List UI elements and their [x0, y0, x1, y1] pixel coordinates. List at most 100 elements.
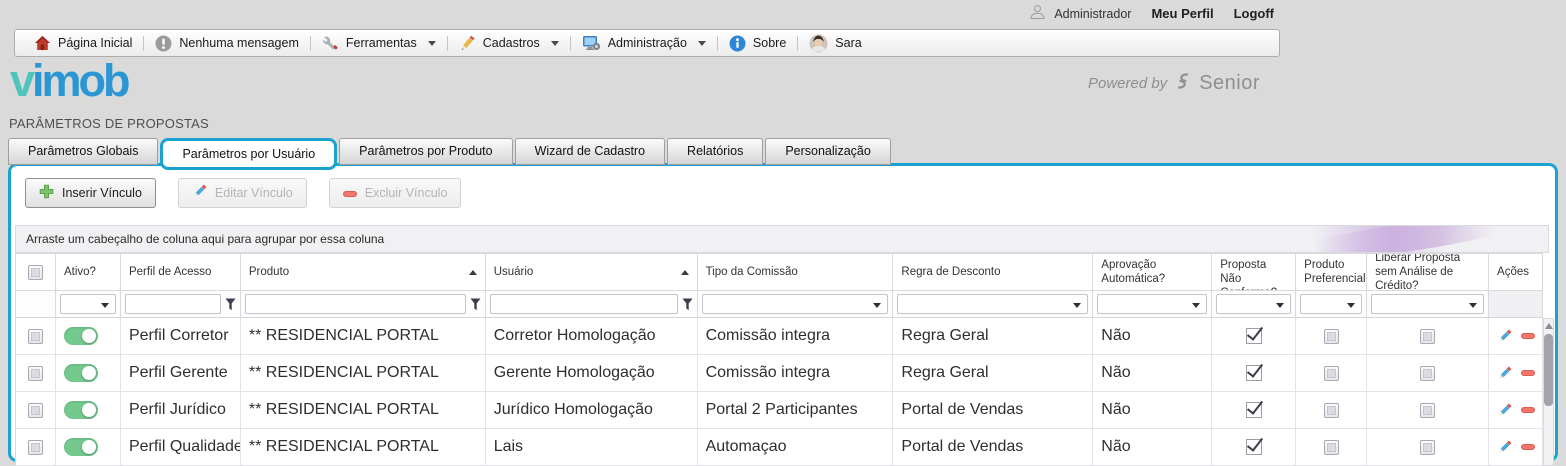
- filter-dropdown-tipo_comissao[interactable]: [701, 294, 889, 314]
- select-all-checkbox[interactable]: [27, 264, 43, 280]
- edit-link-button[interactable]: Editar Vínculo: [177, 178, 307, 208]
- row-select-checkbox[interactable]: [27, 402, 43, 418]
- column-header-perfil[interactable]: Perfil de Acesso: [121, 254, 241, 290]
- filter-dropdown-liberar_sem_analise[interactable]: [1371, 294, 1485, 314]
- cell-aprovacao_automatica: Não: [1093, 392, 1213, 428]
- filter-funnel-icon[interactable]: [225, 298, 236, 311]
- cell-text: Gerente Homologação: [493, 364, 655, 381]
- insert-link-button[interactable]: Inserir Vínculo: [25, 178, 156, 208]
- edit-row-icon[interactable]: [1497, 365, 1512, 381]
- logoff-link[interactable]: Logoff: [1234, 6, 1274, 21]
- cell-text: ** RESIDENCIAL PORTAL: [248, 401, 439, 418]
- cell-text: Não: [1101, 438, 1131, 455]
- tab-parametros-por-usuario[interactable]: Parâmetros por Usuário: [160, 138, 338, 170]
- filter-dropdown-envia_nao_conforme[interactable]: [1216, 294, 1292, 314]
- group-by-bar[interactable]: Arraste um cabeçalho de coluna aqui para…: [15, 225, 1549, 253]
- active-toggle-on[interactable]: [63, 327, 98, 345]
- filter-dropdown-aprovacao_automatica[interactable]: [1097, 294, 1208, 314]
- delete-row-icon[interactable]: [1520, 407, 1535, 413]
- active-toggle-on[interactable]: [63, 364, 98, 382]
- filter-dropdown-ativo[interactable]: [59, 294, 116, 314]
- filter-dropdown-regra_desconto[interactable]: [897, 294, 1089, 314]
- edit-row-icon[interactable]: [1497, 402, 1512, 418]
- column-header-label: Regra de Desconto: [901, 266, 1001, 278]
- filter-input-usuario[interactable]: [489, 294, 678, 314]
- edit-row-icon[interactable]: [1497, 328, 1512, 344]
- plus-icon: [39, 184, 54, 202]
- tab-personalizacao[interactable]: Personalização: [765, 138, 891, 165]
- produto_preferencial-unchecked-checkbox: [1323, 402, 1339, 418]
- column-header-label: Perfil de Acesso: [128, 266, 212, 278]
- filter-input-produto[interactable]: [244, 294, 466, 314]
- cell-select: [16, 355, 56, 391]
- table-row[interactable]: Perfil Jurídico ** RESIDENCIAL PORTAL Jurí…: [16, 392, 1543, 429]
- delete-link-button[interactable]: Excluir Vínculo: [328, 178, 462, 208]
- menu-item-pagina-inicial[interactable]: Página Inicial: [23, 30, 143, 56]
- grid-header-row: Ativo? Perfil de Acesso Produto Usuário Tipo…: [16, 253, 1543, 291]
- chevron-down-icon: [427, 40, 436, 46]
- liberar_sem_analise-unchecked-checkbox: [1420, 402, 1436, 418]
- column-header-acoes[interactable]: Ações: [1489, 254, 1543, 290]
- column-header-liberar_sem_analise[interactable]: Liberar Proposta sem Análise de Crédito?: [1367, 254, 1490, 290]
- cell-tipo_comissao: Portal 2 Participantes: [698, 392, 894, 428]
- scrollbar-thumb[interactable]: [1544, 334, 1553, 406]
- row-select-checkbox[interactable]: [27, 365, 43, 381]
- scrollbar-track[interactable]: [1543, 318, 1554, 466]
- cell-text: Portal 2 Participantes: [705, 401, 858, 418]
- delete-row-icon[interactable]: [1520, 370, 1535, 376]
- filter-cell-aprovacao_automatica: [1093, 291, 1213, 317]
- cell-acoes: [1489, 429, 1543, 465]
- filter-funnel-icon[interactable]: [470, 298, 481, 311]
- cell-text: Corretor Homologação: [493, 327, 656, 344]
- scroll-up-icon[interactable]: [1544, 323, 1553, 329]
- cell-perfil: Perfil Qualidade: [121, 429, 241, 465]
- sort-asc-icon: [468, 269, 477, 275]
- delete-row-icon[interactable]: [1520, 444, 1535, 450]
- cell-text: Comissão integra: [705, 364, 831, 381]
- row-select-checkbox[interactable]: [27, 328, 43, 344]
- delete-row-icon[interactable]: [1520, 333, 1535, 339]
- menu-item-cadastros[interactable]: Cadastros: [448, 30, 570, 56]
- filter-funnel-icon[interactable]: [682, 298, 693, 311]
- my-profile-link[interactable]: Meu Perfil: [1151, 6, 1213, 21]
- column-header-regra_desconto[interactable]: Regra de Desconto: [893, 254, 1094, 290]
- liberar_sem_analise-unchecked-checkbox: [1420, 328, 1436, 344]
- filter-input-perfil[interactable]: [124, 294, 221, 314]
- monitor-gear-icon: [582, 35, 601, 51]
- menu-item-label: Sara: [835, 36, 862, 50]
- menu-item-label: Sobre: [752, 36, 787, 50]
- column-header-produto[interactable]: Produto: [241, 254, 486, 290]
- menu-item-nenhuma-mensagem[interactable]: Nenhuma mensagem: [144, 30, 310, 56]
- cell-usuario: Jurídico Homologação: [486, 392, 698, 428]
- cell-select: [16, 318, 56, 354]
- cell-usuario: Gerente Homologação: [486, 355, 698, 391]
- menu-item-ferramentas[interactable]: Ferramentas: [311, 30, 447, 56]
- edit-row-icon[interactable]: [1497, 439, 1512, 455]
- column-header-label: Usuário: [493, 266, 534, 278]
- cell-usuario: Lais: [486, 429, 698, 465]
- column-header-produto_preferencial[interactable]: Produto Preferencial?: [1296, 254, 1368, 290]
- active-toggle-on[interactable]: [63, 401, 98, 419]
- cell-perfil: Perfil Corretor: [121, 318, 241, 354]
- tab-relatorios[interactable]: Relatórios: [667, 138, 764, 165]
- column-header-envia_nao_conforme[interactable]: Envia Proposta Não Conforme?: [1212, 254, 1297, 290]
- column-header-ativo[interactable]: Ativo?: [56, 254, 121, 290]
- menu-item-sara[interactable]: Sara: [798, 30, 872, 56]
- tab-parametros-globais[interactable]: Parâmetros Globais: [8, 138, 159, 165]
- cell-produto: ** RESIDENCIAL PORTAL: [241, 429, 486, 465]
- row-select-checkbox[interactable]: [27, 439, 43, 455]
- filter-dropdown-produto_preferencial[interactable]: [1300, 294, 1363, 314]
- column-header-aprovacao_automatica[interactable]: Aprovação Automática?: [1093, 254, 1213, 290]
- table-row[interactable]: Perfil Corretor ** RESIDENCIAL PORTAL Corr…: [16, 318, 1543, 355]
- column-header-usuario[interactable]: Usuário: [486, 254, 698, 290]
- table-row[interactable]: Perfil Qualidade ** RESIDENCIAL PORTAL Lai…: [16, 429, 1543, 466]
- tab-wizard-de-cadastro[interactable]: Wizard de Cadastro: [514, 138, 666, 165]
- menu-item-administracao[interactable]: Administração: [571, 30, 717, 56]
- menu-item-sobre[interactable]: Sobre: [718, 30, 797, 56]
- action-toolbar: Inserir Vínculo Editar Vínculo Excluir V…: [25, 178, 462, 208]
- tab-parametros-por-produto[interactable]: Parâmetros por Produto: [339, 138, 513, 165]
- cell-text: Portal de Vendas: [901, 438, 1024, 455]
- active-toggle-on[interactable]: [63, 438, 98, 456]
- column-header-tipo_comissao[interactable]: Tipo da Comissão: [698, 254, 894, 290]
- table-row[interactable]: Perfil Gerente ** RESIDENCIAL PORTAL Geren…: [16, 355, 1543, 392]
